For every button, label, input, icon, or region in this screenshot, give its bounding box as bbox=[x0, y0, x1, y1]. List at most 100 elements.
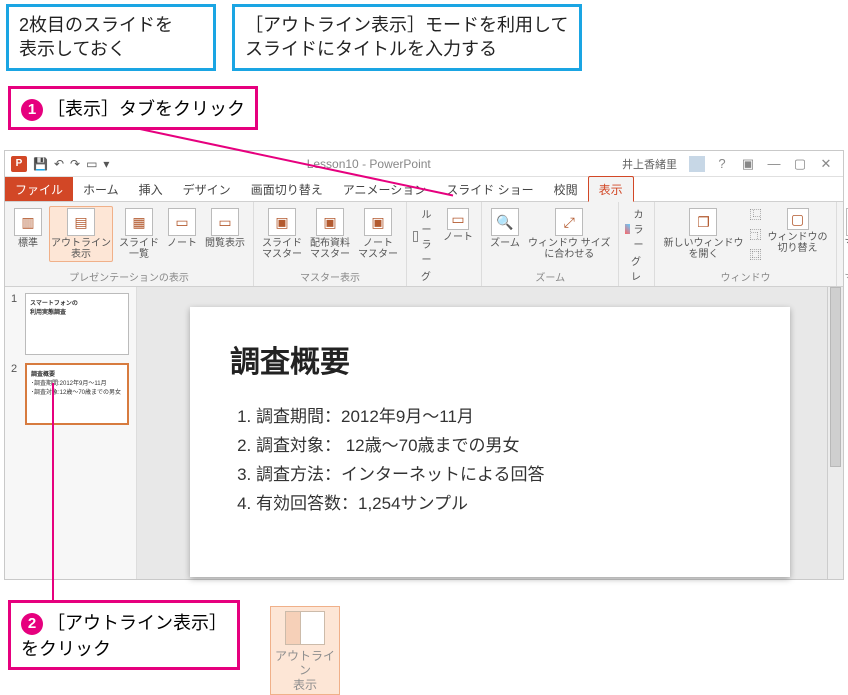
minimize-icon[interactable]: — bbox=[765, 156, 783, 172]
slide-sorter-button[interactable]: ▦ スライド一覧 bbox=[117, 206, 161, 262]
qat-dropdown-icon[interactable]: ▾ bbox=[103, 157, 109, 171]
ruler-checkbox[interactable]: ルーラー bbox=[413, 206, 437, 266]
tab-design[interactable]: デザイン bbox=[173, 177, 241, 201]
list-item[interactable]: 調査期間：2012年9月～11月 bbox=[256, 403, 750, 432]
user-avatar-icon[interactable] bbox=[689, 156, 705, 172]
ribbon-options-icon[interactable]: ▣ bbox=[739, 156, 757, 172]
macros-button[interactable]: ▶ マクロ bbox=[843, 206, 848, 251]
outline-view-icon: ▤ bbox=[67, 208, 95, 236]
slide-title[interactable]: 調査概要 bbox=[230, 337, 750, 381]
redo-icon[interactable]: ↷ bbox=[70, 157, 80, 171]
btn-label: 閲覧表示 bbox=[205, 238, 245, 249]
btn-label: 配布資料マスター bbox=[310, 238, 350, 260]
btn-label: ズーム bbox=[490, 238, 520, 249]
workspace: 1 スマートフォンの 利用実態調査 2 調査概要 ･調査期間:2012年9月～1… bbox=[5, 287, 843, 579]
reading-view-button[interactable]: ▭ 閲覧表示 bbox=[203, 206, 247, 251]
notes-button[interactable]: ▭ ノート bbox=[441, 206, 475, 245]
slide-canvas[interactable]: 調査概要 調査期間：2012年9月～11月 調査対象： 12歳～70歳までの男女… bbox=[190, 307, 790, 577]
btn-label: ウィンドウ サイズに合わせる bbox=[528, 238, 610, 260]
quick-access-toolbar: P 💾 ↶ ↷ ▭ ▾ bbox=[5, 156, 115, 172]
thumbnail-2[interactable]: 2 調査概要 ･調査期間:2012年9月～11月 ･調査対象:12歳～70歳まで… bbox=[11, 363, 130, 425]
group-label: プレゼンテーションの表示 bbox=[69, 267, 189, 284]
slide-sorter-icon: ▦ bbox=[125, 208, 153, 236]
start-slideshow-icon[interactable]: ▭ bbox=[86, 157, 97, 171]
btn-label: スライド一覧 bbox=[119, 238, 159, 260]
zoom-icon: 🔍 bbox=[491, 208, 519, 236]
outline-view-enlarged: アウトライン表示 bbox=[270, 606, 340, 695]
user-name: 井上香緒里 bbox=[622, 156, 677, 172]
list-item[interactable]: 有効回答数：1,254サンプル bbox=[256, 490, 750, 519]
reading-view-icon: ▭ bbox=[211, 208, 239, 236]
split-icon[interactable]: ⿴ bbox=[749, 246, 761, 263]
fit-window-icon: ⤢ bbox=[555, 208, 583, 236]
switch-window-icon: ▢ bbox=[787, 208, 809, 230]
instruction-callout-1: 2枚目のスライドを 表示しておく bbox=[6, 4, 216, 71]
notes-master-icon: ▣ bbox=[364, 208, 392, 236]
thumbnail-1[interactable]: 1 スマートフォンの 利用実態調査 bbox=[11, 293, 130, 355]
step-number-badge: 1 bbox=[21, 99, 43, 121]
tab-insert[interactable]: 挿入 bbox=[129, 177, 173, 201]
window-title: Lesson10 - PowerPoint bbox=[115, 157, 622, 171]
group-color: カラー グレースケール 白黒 カラー/グレースケール bbox=[619, 202, 655, 286]
btn-label: ノート bbox=[167, 238, 197, 249]
handout-master-button[interactable]: ▣ 配布資料マスター bbox=[308, 206, 352, 262]
save-icon[interactable]: 💾 bbox=[33, 157, 48, 171]
scroll-handle[interactable] bbox=[830, 287, 841, 467]
switch-window-button[interactable]: ▢ ウィンドウの切り替え bbox=[766, 206, 830, 256]
thumb-preview-selected: 調査概要 ･調査期間:2012年9月～11月 ･調査対象:12歳～70歳までの男… bbox=[25, 363, 129, 425]
close-icon[interactable]: ✕ bbox=[817, 156, 835, 172]
normal-view-icon: ▥ bbox=[14, 208, 42, 236]
new-window-button[interactable]: ❐ 新しいウィンドウを開く bbox=[661, 206, 745, 262]
notes-page-button[interactable]: ▭ ノート bbox=[165, 206, 199, 251]
callout-text: スライドにタイトルを入力する bbox=[245, 39, 497, 59]
notes-icon: ▭ bbox=[447, 208, 469, 230]
btn-label: ウィンドウの切り替え bbox=[768, 232, 828, 254]
tab-slideshow[interactable]: スライド ショー bbox=[436, 177, 543, 201]
normal-view-button[interactable]: ▥ 標準 bbox=[11, 206, 45, 251]
list-item[interactable]: 調査方法：インターネットによる回答 bbox=[256, 461, 750, 490]
step-text: ［表示］タブをクリック bbox=[47, 99, 245, 119]
thumb-number: 1 bbox=[11, 293, 21, 355]
window-controls: ? ▣ — ▢ ✕ bbox=[705, 156, 843, 172]
step-number-badge: 2 bbox=[21, 613, 43, 635]
btn-label: ノート bbox=[443, 232, 473, 243]
maximize-icon[interactable]: ▢ bbox=[791, 156, 809, 172]
notes-master-button[interactable]: ▣ ノートマスター bbox=[356, 206, 400, 262]
ribbon-view: ▥ 標準 ▤ アウトライン表示 ▦ スライド一覧 ▭ ノート ▭ 閲覧表示 bbox=[5, 201, 843, 287]
group-label: マスター表示 bbox=[300, 267, 360, 284]
tab-review[interactable]: 校閲 bbox=[544, 177, 588, 201]
help-icon[interactable]: ? bbox=[713, 156, 731, 172]
instruction-callout-2: ［アウトライン表示］モードを利用して スライドにタイトルを入力する bbox=[232, 4, 582, 71]
undo-icon[interactable]: ↶ bbox=[54, 157, 64, 171]
group-show: ルーラー グリッド線 ガイド ▭ ノート 表示 bbox=[407, 202, 482, 286]
slide-editor[interactable]: 調査概要 調査期間：2012年9月～11月 調査対象： 12歳～70歳までの男女… bbox=[137, 287, 843, 579]
tab-home[interactable]: ホーム bbox=[73, 177, 129, 201]
outline-view-button[interactable]: ▤ アウトライン表示 bbox=[49, 206, 113, 262]
group-window: ❐ 新しいウィンドウを開く ⿺ ⿹ ⿴ ▢ ウィンドウの切り替え ウィンドウ bbox=[655, 202, 836, 286]
vertical-scrollbar[interactable] bbox=[827, 287, 843, 579]
tab-view[interactable]: 表示 bbox=[588, 176, 634, 202]
tab-transitions[interactable]: 画面切り替え bbox=[241, 177, 333, 201]
new-window-icon: ❐ bbox=[689, 208, 717, 236]
callout-text: 表示しておく bbox=[19, 39, 126, 59]
color-swatch-icon bbox=[625, 224, 630, 234]
fit-window-button[interactable]: ⤢ ウィンドウ サイズに合わせる bbox=[526, 206, 612, 262]
slide-master-icon: ▣ bbox=[268, 208, 296, 236]
zoom-button[interactable]: 🔍 ズーム bbox=[488, 206, 522, 251]
group-master-views: ▣ スライドマスター ▣ 配布資料マスター ▣ ノートマスター マスター表示 bbox=[254, 202, 407, 286]
btn-label: ノートマスター bbox=[358, 238, 398, 260]
arrange-all-icon[interactable]: ⿺ bbox=[749, 206, 761, 223]
group-label: ウィンドウ bbox=[720, 267, 770, 284]
notes-page-icon: ▭ bbox=[168, 208, 196, 236]
btn-label: マクロ bbox=[845, 238, 848, 249]
cascade-icon[interactable]: ⿹ bbox=[749, 226, 761, 243]
tab-file[interactable]: ファイル bbox=[5, 177, 73, 201]
slide-body-list[interactable]: 調査期間：2012年9月～11月 調査対象： 12歳～70歳までの男女 調査方法… bbox=[230, 403, 750, 519]
list-item[interactable]: 調査対象： 12歳～70歳までの男女 bbox=[256, 432, 750, 461]
color-option[interactable]: カラー bbox=[625, 206, 648, 251]
slide-master-button[interactable]: ▣ スライドマスター bbox=[260, 206, 304, 262]
group-presentation-views: ▥ 標準 ▤ アウトライン表示 ▦ スライド一覧 ▭ ノート ▭ 閲覧表示 bbox=[5, 202, 254, 286]
step-text: ［アウトライン表示］ bbox=[47, 613, 227, 633]
thumbnail-pane[interactable]: 1 スマートフォンの 利用実態調査 2 調査概要 ･調査期間:2012年9月～1… bbox=[5, 287, 137, 579]
callout-text: ［アウトライン表示］モードを利用して bbox=[245, 15, 568, 35]
